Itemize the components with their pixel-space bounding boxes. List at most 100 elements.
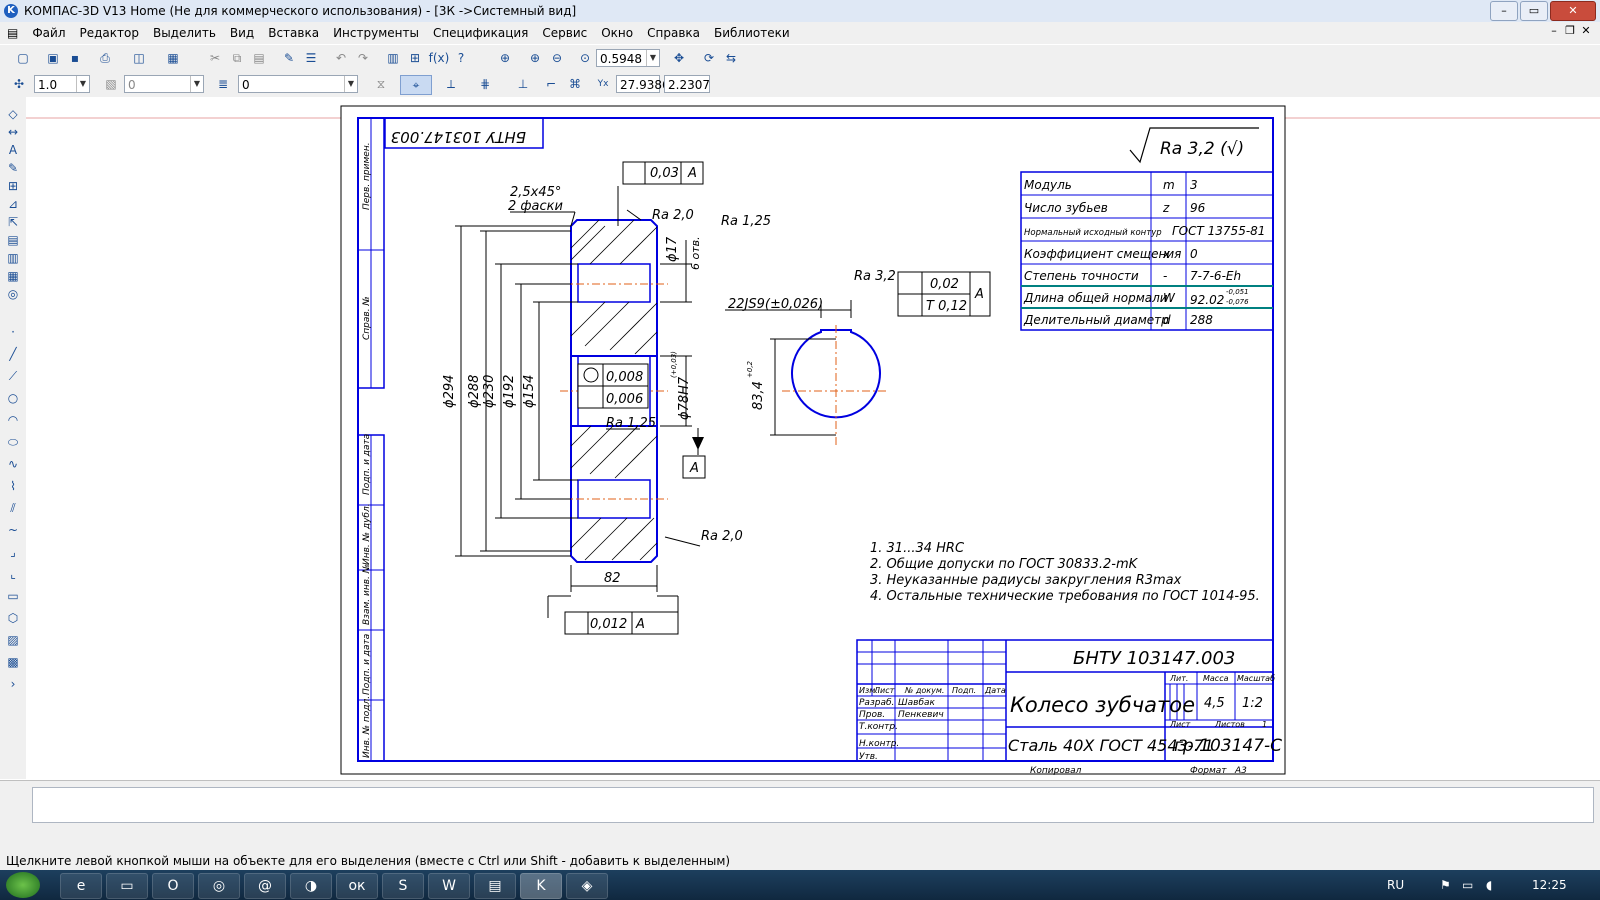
refresh-icon[interactable]: ⟳ [700,49,718,67]
media-icon[interactable]: ◑ [290,873,332,899]
paste-icon[interactable]: ▤ [250,49,268,67]
doc-restore-button[interactable]: ❐ [1562,24,1578,37]
round-icon[interactable]: ⌐ [542,75,560,93]
kompas-viewer-icon[interactable]: ◈ [566,873,608,899]
measure-icon[interactable]: ⊿ [4,195,22,213]
views-icon[interactable]: ◎ [4,285,22,303]
manager-icon[interactable]: ▦ [164,49,182,67]
step-cursor-icon[interactable]: ✣ [10,75,28,93]
maximize-button[interactable]: ▭ [1520,1,1548,21]
chevron-down-icon[interactable]: ▼ [344,76,357,92]
dimensions-icon[interactable]: ↔ [4,123,22,141]
properties-icon[interactable]: ☰ [302,49,320,67]
drawing-sheet[interactable]: БНТУ 103147.003 Ra 3,2 (√) БНТУ 103147.0… [26,97,1600,780]
doc-minimize-button[interactable]: – [1546,24,1562,37]
reports-icon[interactable]: ▥ [4,249,22,267]
spec-icon[interactable]: ▤ [4,231,22,249]
snap-magnet-icon[interactable]: ⌖ [400,75,432,95]
contour-icon[interactable]: ⌇ [4,477,22,495]
skype-icon[interactable]: S [382,873,424,899]
opera-icon[interactable]: O [152,873,194,899]
more-tools-icon[interactable]: › [4,675,22,693]
format-brush-icon[interactable]: ✎ [280,49,298,67]
geometry-icon[interactable]: ◇ [4,105,22,123]
new-file-icon[interactable]: ▢ [14,49,32,67]
minimize-button[interactable]: – [1490,1,1518,21]
drawing-canvas[interactable]: БНТУ 103147.003 Ra 3,2 (√) БНТУ 103147.0… [26,97,1600,780]
save-icon[interactable]: ▪ [66,49,84,67]
step-field[interactable]: 1.0 ▼ [34,75,90,93]
tree-icon[interactable]: ▥ [384,49,402,67]
pan-icon[interactable]: ✥ [670,49,688,67]
edit-icon[interactable]: ✎ [4,159,22,177]
redo-icon[interactable]: ↷ [354,49,372,67]
menu-tools[interactable]: Инструменты [326,26,426,40]
layer-field[interactable]: 0 ▼ [124,75,204,93]
segment-icon[interactable]: ⟋ [4,367,22,385]
arc-icon[interactable]: ◠ [4,411,22,429]
doc-menu-icon[interactable]: ▤ [0,26,25,40]
coord-x-field[interactable]: 27.9386 [616,75,670,93]
menu-libraries[interactable]: Библиотеки [707,26,797,40]
fillet-icon[interactable]: ⌞ [4,565,22,583]
redraw-icon[interactable]: ⇆ [722,49,740,67]
menu-file[interactable]: Файл [25,26,72,40]
point-icon[interactable]: · [4,323,22,341]
chevron-down-icon[interactable]: ▼ [646,50,659,66]
spline-icon[interactable]: ∿ [4,455,22,473]
mail-icon[interactable]: @ [244,873,286,899]
zoom-scale-icon[interactable]: ⊙ [576,49,594,67]
ortho-icon[interactable]: ⟂ [442,75,460,93]
menu-specification[interactable]: Спецификация [426,26,535,40]
chevron-down-icon[interactable]: ▼ [190,76,203,92]
circle-icon[interactable]: ○ [4,389,22,407]
network-icon[interactable]: ▭ [1462,870,1473,900]
hatch-icon[interactable]: ▨ [4,631,22,649]
polygon-icon[interactable]: ⬡ [4,609,22,627]
ie-icon[interactable]: e [60,873,102,899]
fx-icon[interactable]: f(x) [428,49,450,67]
chevron-down-icon[interactable]: ▼ [76,76,89,92]
fragments-icon[interactable]: ▦ [4,267,22,285]
chrome-icon[interactable]: ◎ [198,873,240,899]
filter-icon[interactable]: ⧖ [372,75,390,93]
volume-icon[interactable]: ◖ [1486,870,1492,900]
language-indicator[interactable]: RU [1387,870,1404,900]
winrar-icon[interactable]: ▤ [474,873,516,899]
style-field[interactable]: 0 ▼ [238,75,358,93]
clock[interactable]: 12:25 [1532,870,1567,900]
cut-icon[interactable]: ✂ [206,49,224,67]
select-icon[interactable]: ⇱ [4,213,22,231]
menu-window[interactable]: Окно [594,26,640,40]
word-icon[interactable]: W [428,873,470,899]
local-cs-icon[interactable]: ⊥ [514,75,532,93]
aux-line-icon[interactable]: ╱ [4,345,22,363]
equidistant-icon[interactable]: ⫽ [4,499,22,517]
layer-state-icon[interactable]: ▧ [102,75,120,93]
zoom-box-icon[interactable]: ⊕ [496,49,514,67]
menu-select[interactable]: Выделить [146,26,223,40]
menu-view[interactable]: Вид [223,26,261,40]
zoom-in-icon[interactable]: ⊕ [526,49,544,67]
annotations-icon[interactable]: A [4,141,22,159]
grid-icon[interactable]: ⋕ [476,75,494,93]
ellipse-icon[interactable]: ⬭ [4,433,22,451]
chamfer-icon[interactable]: ⌟ [4,543,22,561]
close-button[interactable]: ✕ [1550,1,1596,21]
rectangle-icon[interactable]: ▭ [4,587,22,605]
style-icon[interactable]: ≣ [214,75,232,93]
doc-close-button[interactable]: ✕ [1578,24,1594,37]
zoom-out-icon[interactable]: ⊖ [548,49,566,67]
menu-help[interactable]: Справка [640,26,707,40]
print-icon[interactable]: ⎙ [96,49,114,67]
kompas-task-icon[interactable]: K [520,873,562,899]
fill-icon[interactable]: ▩ [4,653,22,671]
menu-service[interactable]: Сервис [535,26,594,40]
coord-y-field[interactable]: 2.2307 [664,75,710,93]
variables-icon[interactable]: ⊞ [406,49,424,67]
param-icon[interactable]: ⊞ [4,177,22,195]
bezier-icon[interactable]: ~ [4,521,22,539]
undo-icon[interactable]: ↶ [332,49,350,67]
zoom-field[interactable]: 0.5948 ▼ [596,49,660,67]
odnoklassniki-icon[interactable]: ок [336,873,378,899]
